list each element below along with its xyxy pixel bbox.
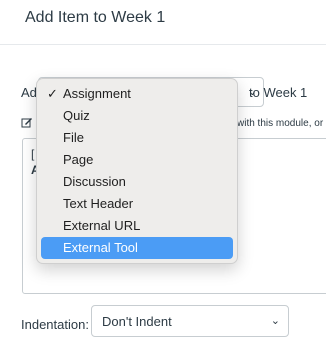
- to-module-label: to Week 1: [249, 85, 308, 100]
- indentation-select[interactable]: Don't Indent ⌄: [91, 305, 289, 337]
- option-label: File: [63, 130, 84, 145]
- option-label: External Tool: [63, 240, 138, 255]
- option-label: Text Header: [63, 196, 134, 211]
- option-label: External URL: [63, 218, 141, 233]
- dropdown-option-discussion[interactable]: Discussion: [41, 171, 233, 193]
- dropdown-option-external-tool[interactable]: External Tool: [41, 237, 233, 259]
- listbox-line-1: [: [31, 147, 35, 161]
- indentation-label: Indentation:: [21, 317, 89, 332]
- dropdown-option-page[interactable]: Page: [41, 149, 233, 171]
- dropdown-option-external-url[interactable]: External URL: [41, 215, 233, 237]
- option-label: Quiz: [63, 108, 90, 123]
- dropdown-option-assignment[interactable]: ✓ Assignment: [41, 83, 233, 105]
- dropdown-option-quiz[interactable]: Quiz: [41, 105, 233, 127]
- dialog-header: Add Item to Week 1: [0, 0, 326, 45]
- chevron-down-icon: ⌄: [270, 315, 280, 327]
- checkmark-icon: ✓: [47, 86, 58, 101]
- dropdown-option-text-header[interactable]: Text Header: [41, 193, 233, 215]
- option-label: Discussion: [63, 174, 126, 189]
- description-text: with this module, or a: [237, 118, 326, 129]
- option-label: Assignment: [63, 86, 131, 101]
- dialog-title: Add Item to Week 1: [25, 9, 166, 26]
- edit-icon: [21, 118, 32, 128]
- item-type-dropdown-menu: ✓ Assignment Quiz File Page Discussion T…: [36, 78, 238, 264]
- dropdown-option-file[interactable]: File: [41, 127, 233, 149]
- option-label: Page: [63, 152, 94, 167]
- indentation-value: Don't Indent: [102, 314, 172, 329]
